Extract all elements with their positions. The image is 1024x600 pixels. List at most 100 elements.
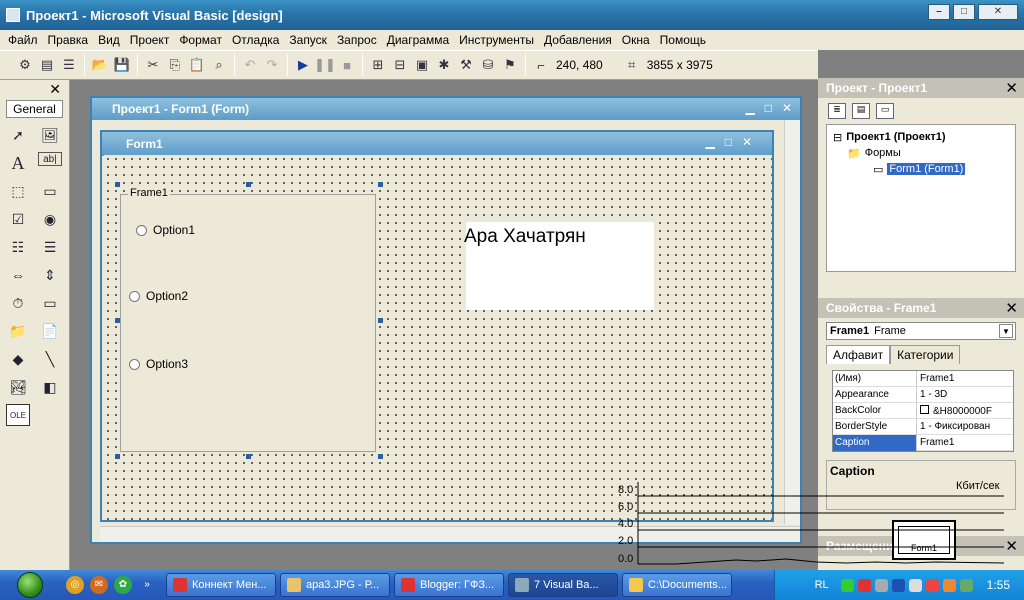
property-row-selected[interactable]: Caption Frame1 [833, 434, 1013, 451]
properties-window-icon[interactable]: ⊟ [389, 54, 411, 76]
hscrollbar-tool-icon[interactable]: ⇔ [6, 264, 30, 286]
view-object-icon[interactable]: ▤ [852, 103, 870, 119]
designer-close-icon[interactable]: ✕ [782, 101, 792, 115]
vscrollbar-tool-icon[interactable]: ⇕ [38, 264, 62, 286]
menu-edit[interactable]: Правка [48, 33, 89, 47]
form1-close-icon[interactable]: ✕ [742, 135, 752, 149]
paste-icon[interactable]: 📋 [186, 54, 208, 76]
volume-icon[interactable] [908, 578, 922, 592]
selection-handle[interactable] [115, 454, 120, 459]
commandbutton-tool-icon[interactable]: ▭ [38, 180, 62, 202]
timer-tool-icon[interactable]: ⏱ [6, 292, 30, 314]
pause-icon[interactable]: ❚❚ [314, 54, 336, 76]
quicklaunch-icon[interactable]: ✿ [114, 576, 132, 594]
option3-radio[interactable]: Option3 [129, 357, 188, 371]
designer-maximize-icon[interactable]: □ [765, 101, 772, 115]
property-row[interactable]: BackColor &H8000000F [833, 402, 1013, 419]
copy-icon[interactable]: ⎘ [164, 54, 186, 76]
optionbutton-tool-icon[interactable]: ◉ [38, 208, 62, 230]
data-tool-icon[interactable]: ◧ [38, 376, 62, 398]
menu-editor-icon[interactable]: ☰ [58, 54, 80, 76]
tray-icon[interactable] [959, 578, 973, 592]
menu-addins[interactable]: Добавления [544, 33, 612, 47]
ole-tool-icon[interactable]: OLE [6, 404, 30, 426]
cut-icon[interactable]: ✂ [142, 54, 164, 76]
form1-maximize-icon[interactable]: □ [725, 135, 732, 149]
frame-tool-icon[interactable]: ⬚ [6, 180, 30, 202]
menu-diagram[interactable]: Диаграмма [387, 33, 449, 47]
find-icon[interactable]: ⌕ [208, 54, 230, 76]
quicklaunch-icon[interactable]: ◎ [66, 576, 84, 594]
tray-icon[interactable] [942, 578, 956, 592]
combobox-tool-icon[interactable]: ☷ [6, 236, 30, 258]
line-tool-icon[interactable]: ╲ [38, 348, 62, 370]
tree-folder-forms[interactable]: 📁 Формы [833, 145, 1009, 161]
menu-window[interactable]: Окна [622, 33, 650, 47]
option2-radio[interactable]: Option2 [129, 289, 188, 303]
shape-tool-icon[interactable]: ◆ [6, 348, 30, 370]
textbox-tool-icon[interactable]: ab| [38, 152, 62, 166]
selection-handle[interactable] [246, 182, 251, 187]
property-row[interactable]: Appearance 1 - 3D [833, 386, 1013, 403]
object-selector[interactable]: Frame1 Frame ▼ [826, 322, 1016, 340]
dirlistbox-tool-icon[interactable]: 📁 [6, 320, 30, 342]
collapse-icon[interactable]: ⊟ [833, 131, 842, 144]
open-folder-icon[interactable]: 📂 [89, 54, 111, 76]
image-tool-icon[interactable]: 🏞 [6, 376, 30, 398]
data-view-icon[interactable]: ⛁ [477, 54, 499, 76]
run-icon[interactable]: ▶ [292, 54, 314, 76]
filelistbox-tool-icon[interactable]: 📄 [38, 320, 62, 342]
menu-file[interactable]: Файл [8, 33, 38, 47]
stop-icon[interactable]: ■ [336, 54, 358, 76]
tray-icon[interactable] [925, 578, 939, 592]
designer-vertical-scrollbar[interactable] [784, 120, 800, 524]
picturebox-tool-icon[interactable]: 🖼 [38, 124, 62, 146]
clock[interactable]: 1:55 [987, 578, 1010, 592]
selection-handle[interactable] [246, 454, 251, 459]
property-row[interactable]: BorderStyle 1 - Фиксирован [833, 418, 1013, 435]
undo-icon[interactable]: ↶ [239, 54, 261, 76]
view-code-icon[interactable]: ≣ [828, 103, 846, 119]
minimize-button[interactable]: – [928, 4, 950, 20]
listbox-tool-icon[interactable]: ☰ [38, 236, 62, 258]
toolbox-icon[interactable]: ⚒ [455, 54, 477, 76]
selection-handle[interactable] [378, 454, 383, 459]
menu-debug[interactable]: Отладка [232, 33, 279, 47]
tree-item-form1[interactable]: ▭ Form1 (Form1) [833, 161, 1009, 177]
taskbar-item-active[interactable]: 7 Visual Ba... [508, 573, 618, 597]
menu-format[interactable]: Формат [179, 33, 222, 47]
checkbox-tool-icon[interactable]: ☑ [6, 208, 30, 230]
close-button[interactable]: ✕ [978, 4, 1018, 20]
quicklaunch-icon[interactable]: ✉ [90, 576, 108, 594]
menu-help[interactable]: Помощь [660, 33, 706, 47]
project-explorer-icon[interactable]: ⊞ [367, 54, 389, 76]
menu-view[interactable]: Вид [98, 33, 120, 47]
save-icon[interactable]: 💾 [111, 54, 133, 76]
quicklaunch-more-icon[interactable]: » [138, 576, 156, 594]
redo-icon[interactable]: ↷ [261, 54, 283, 76]
taskbar-item[interactable]: Blogger: ГФЗ... [394, 573, 504, 597]
project-close-icon[interactable]: ✕ [1005, 79, 1018, 97]
menu-project[interactable]: Проект [130, 33, 170, 47]
drivelistbox-tool-icon[interactable]: ▭ [38, 292, 62, 314]
maximize-button[interactable]: □ [953, 4, 975, 20]
selection-handle[interactable] [378, 318, 383, 323]
selection-handle[interactable] [115, 318, 120, 323]
taskbar-item[interactable]: Коннект Мен... [166, 573, 276, 597]
toggle-folders-icon[interactable]: ▭ [876, 103, 894, 119]
tree-root[interactable]: ⊟ Проект1 (Проект1) [833, 129, 1009, 145]
opera-tray-icon[interactable] [857, 578, 871, 592]
tab-alphabetic[interactable]: Алфавит [826, 345, 891, 364]
menu-run[interactable]: Запуск [289, 33, 327, 47]
layout-close-icon[interactable]: ✕ [1005, 537, 1018, 555]
form1-minimize-icon[interactable]: ▁ [705, 135, 714, 149]
menu-tools[interactable]: Инструменты [459, 33, 534, 47]
tab-categorized[interactable]: Категории [890, 345, 961, 364]
selection-handle[interactable] [378, 182, 383, 187]
menu-query[interactable]: Запрос [337, 33, 377, 47]
tray-icon[interactable] [874, 578, 888, 592]
start-button[interactable] [0, 570, 60, 600]
taskbar-item[interactable]: ара3.JPG - Р... [280, 573, 390, 597]
pointer-tool-icon[interactable]: ➚ [6, 124, 30, 146]
properties-close-icon[interactable]: ✕ [1005, 299, 1018, 317]
